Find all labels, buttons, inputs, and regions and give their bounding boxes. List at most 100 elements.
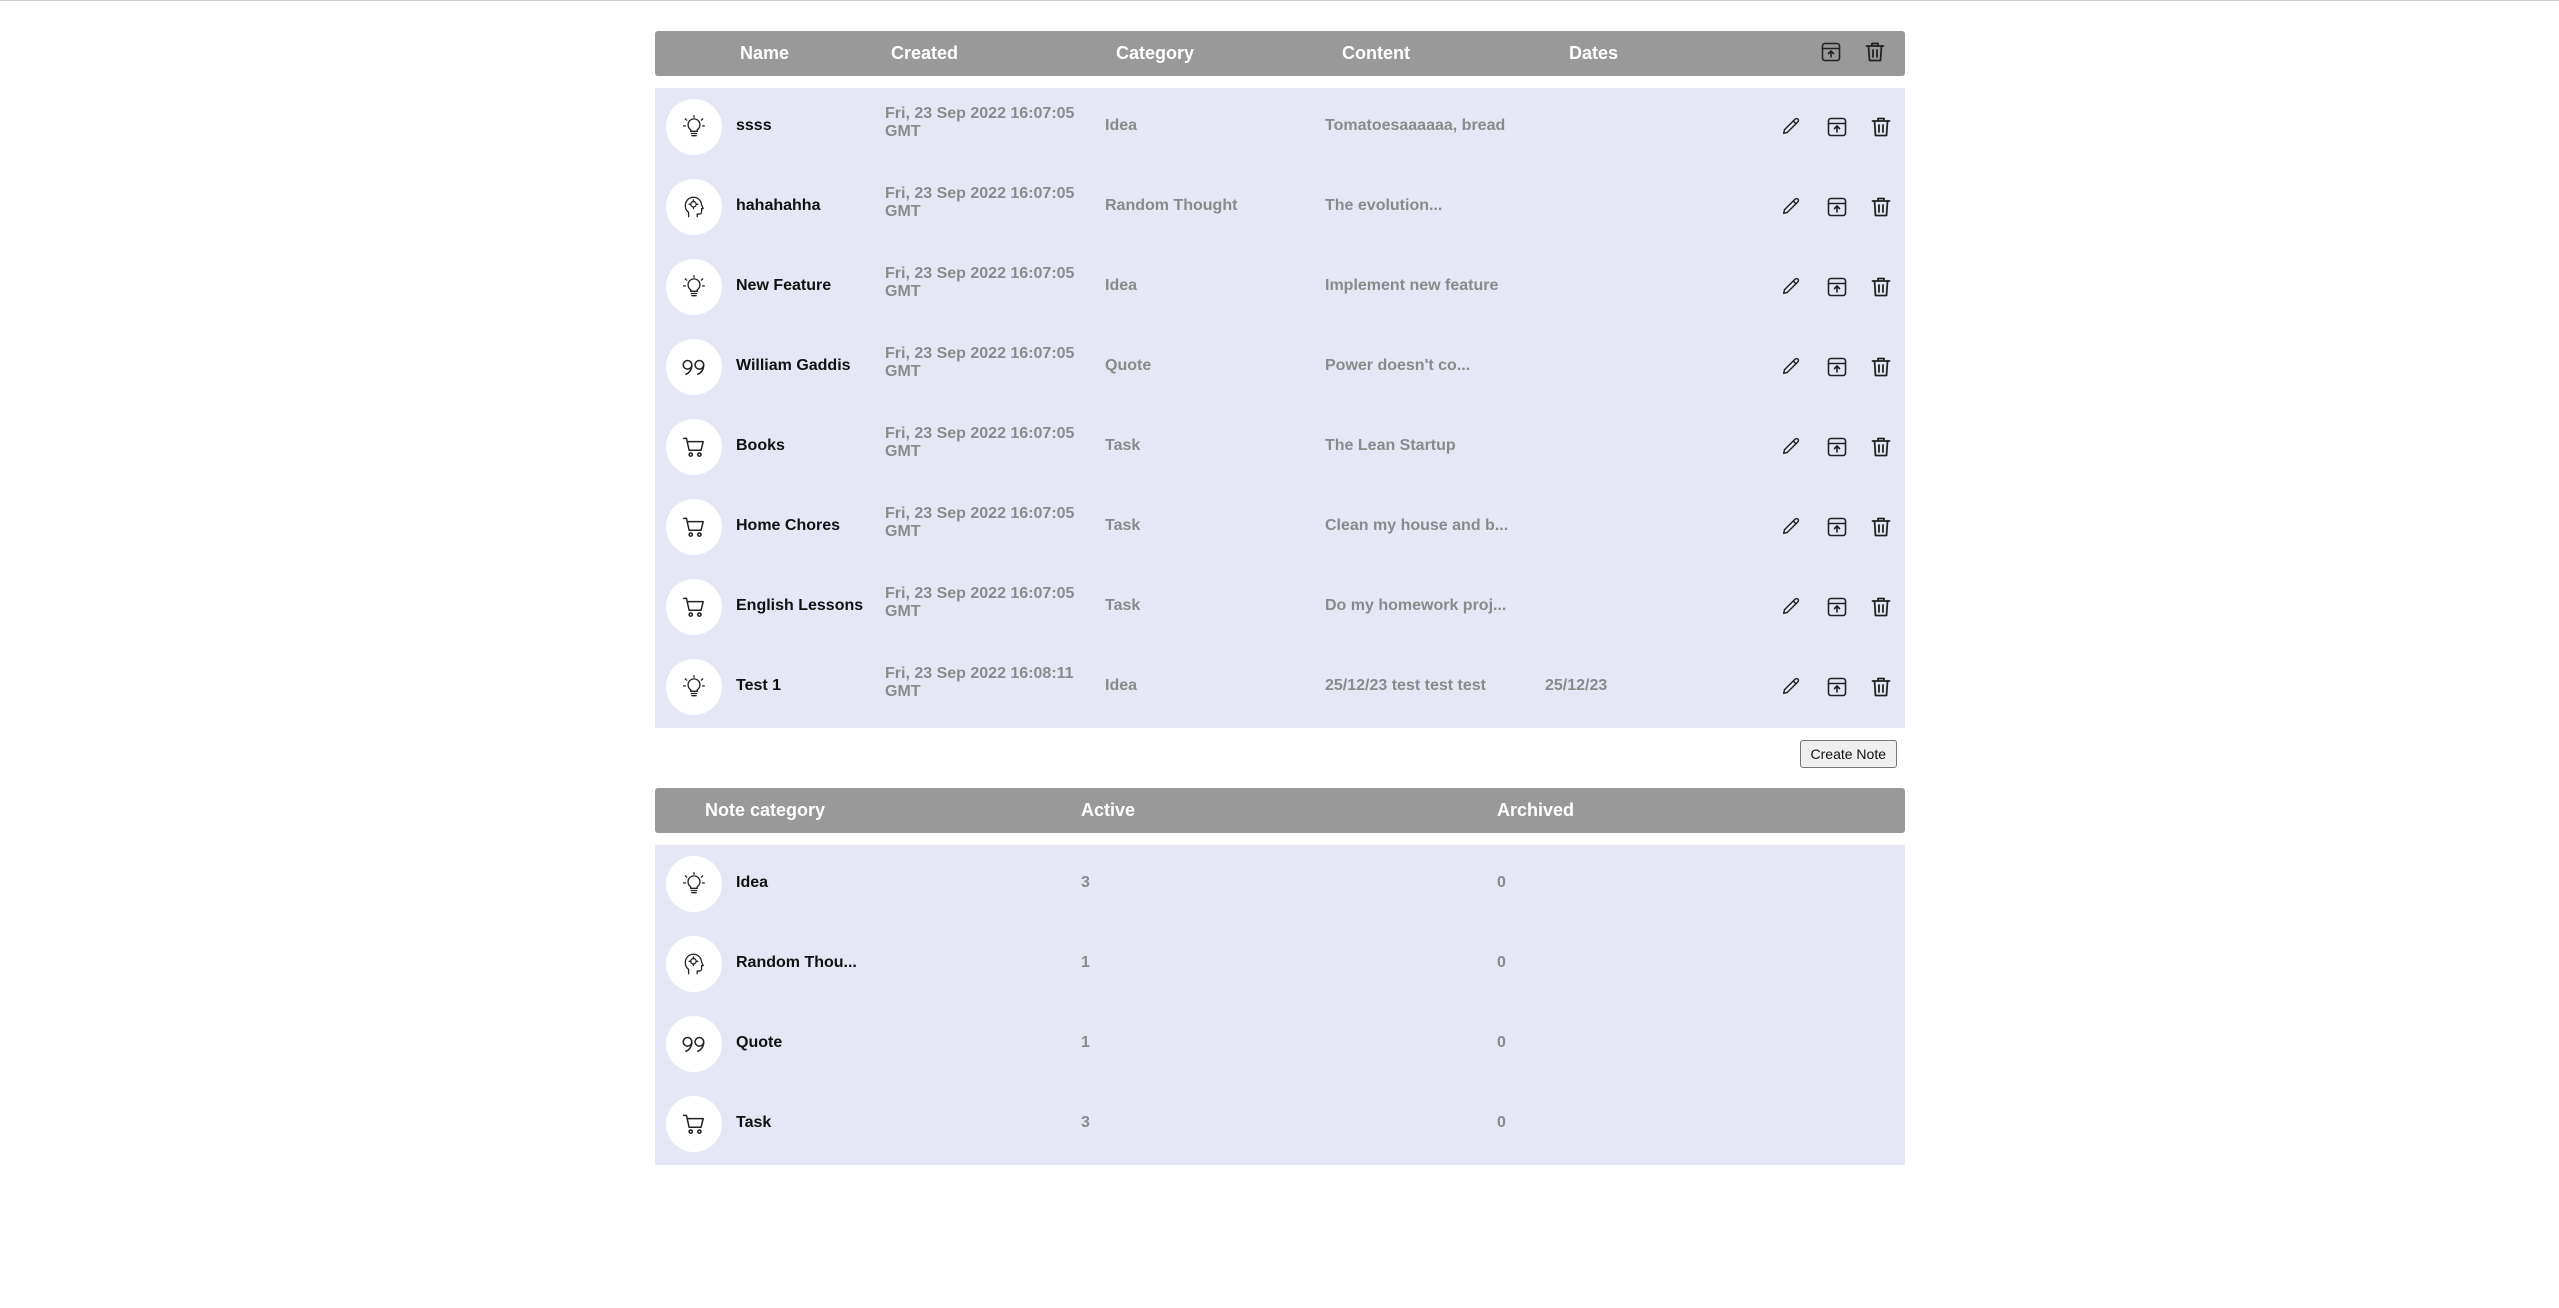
note-name: Test 1: [736, 677, 782, 694]
note-category: Idea: [1105, 117, 1138, 134]
summary-active-count: 1: [1081, 954, 1090, 971]
edit-note-icon[interactable]: [1780, 435, 1804, 459]
header-content: Content: [1342, 43, 1410, 63]
edit-note-icon[interactable]: [1780, 195, 1804, 219]
note-created: Fri, 23 Sep 2022 16:07:05 GMT: [885, 105, 1075, 140]
note-row: Books Fri, 23 Sep 2022 16:07:05 GMT Task Th…: [655, 408, 1905, 488]
trash-note-icon[interactable]: [1869, 195, 1893, 219]
archive-note-icon[interactable]: [1825, 195, 1849, 219]
lightbulb-icon: [666, 856, 722, 912]
note-category: Random Thought: [1105, 197, 1238, 214]
note-row: Home Chores Fri, 23 Sep 2022 16:07:05 GMT…: [655, 488, 1905, 568]
note-name: ssss: [736, 117, 772, 134]
header-category: Category: [1116, 43, 1195, 63]
notes-app: Name Created Category Content Dates ssss…: [655, 31, 1905, 1165]
note-created: Fri, 23 Sep 2022 16:07:05 GMT: [885, 585, 1075, 620]
note-created: Fri, 23 Sep 2022 16:07:05 GMT: [885, 185, 1075, 220]
summary-archived-count: 0: [1497, 1114, 1506, 1131]
note-created: Fri, 23 Sep 2022 16:07:05 GMT: [885, 505, 1075, 540]
summary-archived-count: 0: [1497, 874, 1506, 891]
note-category: Task: [1105, 437, 1141, 454]
note-dates: 25/12/23: [1545, 677, 1608, 694]
cart-icon: [666, 419, 722, 475]
archive-note-icon[interactable]: [1825, 435, 1849, 459]
delete-all-icon[interactable]: [1863, 40, 1889, 66]
note-content: Clean my house and b...: [1325, 517, 1509, 534]
note-created: Fri, 23 Sep 2022 16:07:05 GMT: [885, 265, 1075, 300]
edit-note-icon[interactable]: [1780, 595, 1804, 619]
summary-category: Task: [736, 1114, 772, 1131]
summary-row: Idea 3 0: [655, 845, 1905, 925]
header-note-category: Note category: [705, 800, 826, 820]
summary-row: Random Thou... 1 0: [655, 925, 1905, 1005]
note-row: ssss Fri, 23 Sep 2022 16:07:05 GMT Idea Tom…: [655, 88, 1905, 168]
cart-icon: [666, 499, 722, 555]
archive-all-icon[interactable]: [1819, 40, 1845, 66]
archive-note-icon[interactable]: [1825, 515, 1849, 539]
note-content: Do my homework proj...: [1325, 597, 1507, 614]
edit-note-icon[interactable]: [1780, 355, 1804, 379]
summary-category: Idea: [736, 874, 769, 891]
trash-note-icon[interactable]: [1869, 435, 1893, 459]
archive-note-icon[interactable]: [1825, 355, 1849, 379]
trash-note-icon[interactable]: [1869, 515, 1893, 539]
trash-note-icon[interactable]: [1869, 355, 1893, 379]
cart-icon: [666, 1096, 722, 1152]
edit-note-icon[interactable]: [1780, 275, 1804, 299]
summary-row: Quote 1 0: [655, 1005, 1905, 1085]
archive-note-icon[interactable]: [1825, 595, 1849, 619]
note-row: hahahahha Fri, 23 Sep 2022 16:07:05 GMT Ra…: [655, 168, 1905, 248]
create-note-bar: Create Note: [655, 728, 1905, 788]
note-category: Quote: [1105, 357, 1152, 374]
note-content: 25/12/23 test test test: [1325, 677, 1486, 694]
notes-table-body: ssss Fri, 23 Sep 2022 16:07:05 GMT Idea Tom…: [655, 88, 1905, 728]
note-row: New Feature Fri, 23 Sep 2022 16:07:05 GMT…: [655, 248, 1905, 328]
note-category: Task: [1105, 597, 1141, 614]
header-created: Created: [891, 43, 959, 63]
note-content: Implement new feature: [1325, 277, 1499, 294]
head-icon: [666, 179, 722, 235]
quote-icon: [666, 1016, 722, 1072]
note-content: The evolution...: [1325, 197, 1443, 214]
summary-active-count: 1: [1081, 1034, 1090, 1051]
trash-note-icon[interactable]: [1869, 675, 1893, 699]
note-name: hahahahha: [736, 197, 821, 214]
note-content: Power doesn't co...: [1325, 357, 1471, 374]
summary-category: Random Thou...: [736, 954, 857, 971]
summary-row: Task 3 0: [655, 1085, 1905, 1165]
note-name: Books: [736, 437, 785, 454]
top-border: [0, 0, 2559, 1]
header-active: Active: [1081, 800, 1136, 820]
trash-note-icon[interactable]: [1869, 275, 1893, 299]
edit-note-icon[interactable]: [1780, 115, 1804, 139]
lightbulb-icon: [666, 259, 722, 315]
cart-icon: [666, 579, 722, 635]
note-created: Fri, 23 Sep 2022 16:07:05 GMT: [885, 345, 1075, 380]
note-row: Test 1 Fri, 23 Sep 2022 16:08:11 GMT Idea 2…: [655, 648, 1905, 728]
note-category: Task: [1105, 517, 1141, 534]
create-note-button[interactable]: Create Note: [1799, 740, 1897, 768]
note-category: Idea: [1105, 277, 1138, 294]
edit-note-icon[interactable]: [1780, 515, 1804, 539]
header-name: Name: [740, 43, 790, 63]
lightbulb-icon: [666, 659, 722, 715]
summary-active-count: 3: [1081, 1114, 1090, 1131]
archive-note-icon[interactable]: [1825, 115, 1849, 139]
trash-note-icon[interactable]: [1869, 115, 1893, 139]
quote-icon: [666, 339, 722, 395]
note-category: Idea: [1105, 677, 1138, 694]
note-name: Home Chores: [736, 517, 841, 534]
summary-active-count: 3: [1081, 874, 1090, 891]
trash-note-icon[interactable]: [1869, 595, 1893, 619]
note-content: Tomatoesaaaaaa, bread: [1325, 117, 1506, 134]
archive-note-icon[interactable]: [1825, 275, 1849, 299]
edit-note-icon[interactable]: [1780, 675, 1804, 699]
summary-table-body: Idea 3 0 Random Thou... 1 0 Quote 1 0 Task 3 0: [655, 845, 1905, 1165]
note-created: Fri, 23 Sep 2022 16:08:11 GMT: [885, 665, 1074, 700]
summary-table-header: Note category Active Archived: [655, 788, 1905, 833]
note-content: The Lean Startup: [1325, 437, 1456, 454]
note-name: New Feature: [736, 277, 832, 294]
archive-note-icon[interactable]: [1825, 675, 1849, 699]
summary-archived-count: 0: [1497, 1034, 1506, 1051]
head-icon: [666, 936, 722, 992]
